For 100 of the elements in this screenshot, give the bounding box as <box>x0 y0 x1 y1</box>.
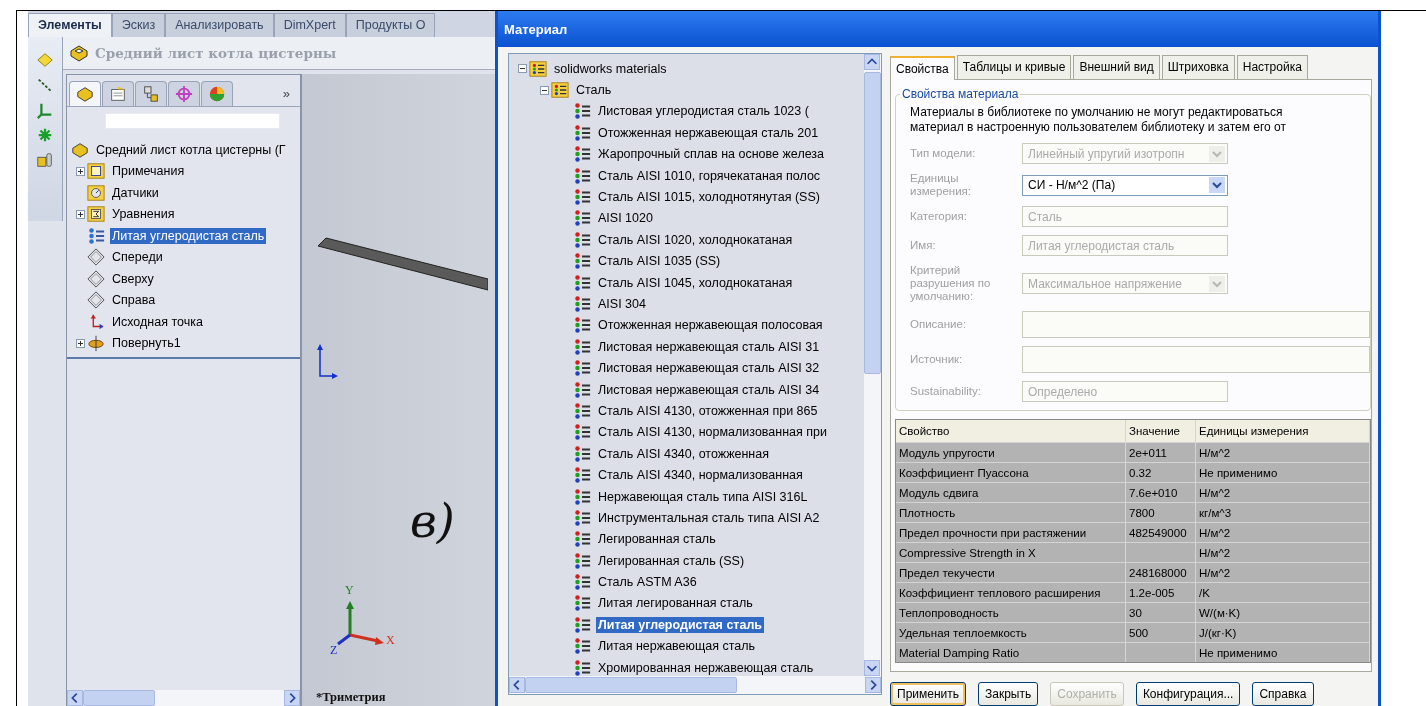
more-tabs-button[interactable]: » <box>282 86 290 101</box>
tree-item[interactable]: Литая легированная сталь <box>596 595 755 612</box>
panel-tab[interactable] <box>168 81 200 106</box>
dialog-tab[interactable]: Внешний вид <box>1073 55 1160 79</box>
tree-item[interactable]: Литая нержавеющая сталь <box>596 638 757 655</box>
tree-item[interactable]: Листовая нержавеющая сталь AISI 31 <box>596 338 822 355</box>
property-sheet-icon <box>109 85 127 103</box>
tree-item[interactable]: Сталь AISI 4130, отожженная при 865 <box>596 402 820 419</box>
tree-item[interactable]: Уравнения <box>110 206 177 223</box>
material-icon <box>573 573 591 592</box>
tree-item[interactable]: Исходная точка <box>110 313 205 330</box>
point-tool-icon[interactable] <box>36 126 54 144</box>
dialog-button[interactable]: Применить <box>890 682 966 706</box>
scrollbar-thumb[interactable] <box>83 690 155 706</box>
tree-item[interactable]: AISI 304 <box>596 296 648 312</box>
tree-item[interactable]: Сталь ASTM A36 <box>596 574 699 591</box>
ribbon-tab[interactable]: Элементы <box>28 13 112 37</box>
panel-tab[interactable] <box>102 81 134 106</box>
expand-toggle-icon[interactable] <box>75 338 85 348</box>
part-icon <box>76 85 94 103</box>
tree-item[interactable]: Отожженная нержавеющая полосовая <box>596 317 825 334</box>
material-icon <box>573 102 591 121</box>
tree-item[interactable]: Спереди <box>110 249 165 266</box>
tree-item[interactable]: Сталь AISI 1015, холоднотянутая (SS) <box>596 189 822 206</box>
axis-tool-icon[interactable] <box>36 76 54 94</box>
dialog-tab[interactable]: Штриховка <box>1161 55 1235 79</box>
scroll-left-icon[interactable] <box>67 690 83 706</box>
tree-item[interactable]: Повернуть1 <box>110 335 183 352</box>
scroll-up-icon[interactable] <box>864 54 880 70</box>
dialog-button[interactable]: Закрыть <box>978 682 1039 706</box>
mate-reference-icon[interactable] <box>36 151 54 169</box>
field-label: Sustainability: <box>910 385 982 398</box>
material-icon <box>573 230 591 249</box>
expand-toggle-icon[interactable] <box>539 85 549 95</box>
tree-item[interactable]: solidworks materials <box>552 60 669 77</box>
field-label: Источник: <box>910 353 964 366</box>
ribbon-tab[interactable]: Продукты О <box>345 13 436 37</box>
figure-label: в) <box>410 494 455 548</box>
scrollbar-thumb[interactable] <box>864 72 881 374</box>
panel-tab[interactable] <box>201 81 233 106</box>
ribbon-tab[interactable]: Эскиз <box>111 13 166 37</box>
dialog-tab[interactable]: Таблицы и кривые <box>956 55 1072 79</box>
filter-field[interactable] <box>105 113 280 129</box>
tree-item[interactable]: Сталь AISI 4130, нормализованная при <box>596 424 830 441</box>
expand-toggle-icon[interactable] <box>75 166 85 176</box>
scrollbar-thumb[interactable] <box>525 677 737 693</box>
tree-item[interactable]: Жаропрочный сплав на основе железа <box>596 146 827 163</box>
tree-item[interactable]: Датчики <box>110 184 161 201</box>
material-icon <box>573 401 591 420</box>
part-title: Средний лист котла цистерны <box>95 45 337 61</box>
scroll-right-icon[interactable] <box>284 690 300 706</box>
tree-item[interactable]: Отожженная нержавеющая сталь 201 <box>596 124 821 141</box>
ribbon-tab[interactable]: Анализировать <box>165 13 274 37</box>
tree-item[interactable]: Литая углеродистая сталь <box>110 227 267 244</box>
plane-icon <box>87 269 105 288</box>
tree-item[interactable]: Сверху <box>110 270 156 287</box>
notice-text: материал в настроенную пользователем библиотеку и затем его от <box>910 120 1287 135</box>
material-icon <box>573 444 591 463</box>
material-icon <box>573 188 591 207</box>
tree-item[interactable]: Сталь AISI 1020, холоднокатаная <box>596 231 795 248</box>
tree-item[interactable]: Нержавеющая сталь типа AISI 316L <box>596 488 810 505</box>
material-icon <box>573 359 591 378</box>
plane-tool-icon[interactable] <box>36 51 54 69</box>
material-icon <box>573 487 591 506</box>
dialog-button[interactable]: Справка <box>1252 682 1314 706</box>
dropdown-field[interactable]: СИ - Н/м^2 (Па) <box>1022 174 1228 196</box>
scroll-down-icon[interactable] <box>864 660 880 676</box>
axis-label: Y <box>345 583 354 598</box>
tree-item[interactable]: Легированная сталь (SS) <box>596 552 747 569</box>
tree-item[interactable]: Листовая нержавеющая сталь AISI 32 <box>596 360 822 377</box>
dialog-tab[interactable]: Свойства <box>890 56 955 80</box>
tree-item[interactable]: Сталь AISI 1045, холоднокатаная <box>596 274 795 291</box>
panel-tab[interactable] <box>69 81 101 106</box>
coordinate-system-icon[interactable] <box>36 101 54 119</box>
tree-item[interactable]: Сталь AISI 1035 (SS) <box>596 253 723 270</box>
tree-item[interactable]: Сталь <box>574 82 614 99</box>
tree-item[interactable]: Сталь AISI 1010, горячекатаная полос <box>596 167 823 184</box>
dialog-tab[interactable]: Настройка <box>1236 55 1308 79</box>
material-folder-icon <box>551 81 569 100</box>
configuration-icon <box>142 85 160 103</box>
material-icon <box>573 423 591 442</box>
tree-item[interactable]: Хромированная нержавеющая сталь <box>596 659 816 676</box>
tree-item[interactable]: Листовая нержавеющая сталь AISI 34 <box>596 381 822 398</box>
tree-item[interactable]: Сталь AISI 4340, отожженная <box>596 445 771 462</box>
expand-toggle-icon[interactable] <box>75 209 85 219</box>
tree-item[interactable]: Примечания <box>110 163 187 180</box>
tree-item[interactable]: Средний лист котла цистерны (Г <box>94 141 288 158</box>
tree-item[interactable]: Литая углеродистая сталь <box>596 616 765 633</box>
scroll-right-icon[interactable] <box>865 677 881 693</box>
dialog-button[interactable]: Конфигурация... <box>1135 682 1241 706</box>
ribbon-tab[interactable]: DimXpert <box>273 13 346 37</box>
panel-tab[interactable] <box>135 81 167 106</box>
tree-item[interactable]: Листовая углеродистая сталь 1023 ( <box>596 103 811 120</box>
tree-item[interactable]: Легированная сталь <box>596 531 718 548</box>
expand-toggle-icon[interactable] <box>517 64 527 74</box>
tree-item[interactable]: Сталь AISI 4340, нормализованная <box>596 467 805 484</box>
tree-item[interactable]: AISI 1020 <box>596 210 655 227</box>
tree-item[interactable]: Инструментальная сталь типа AISI A2 <box>596 509 822 526</box>
scroll-left-icon[interactable] <box>509 677 525 693</box>
tree-item[interactable]: Справа <box>110 292 158 309</box>
